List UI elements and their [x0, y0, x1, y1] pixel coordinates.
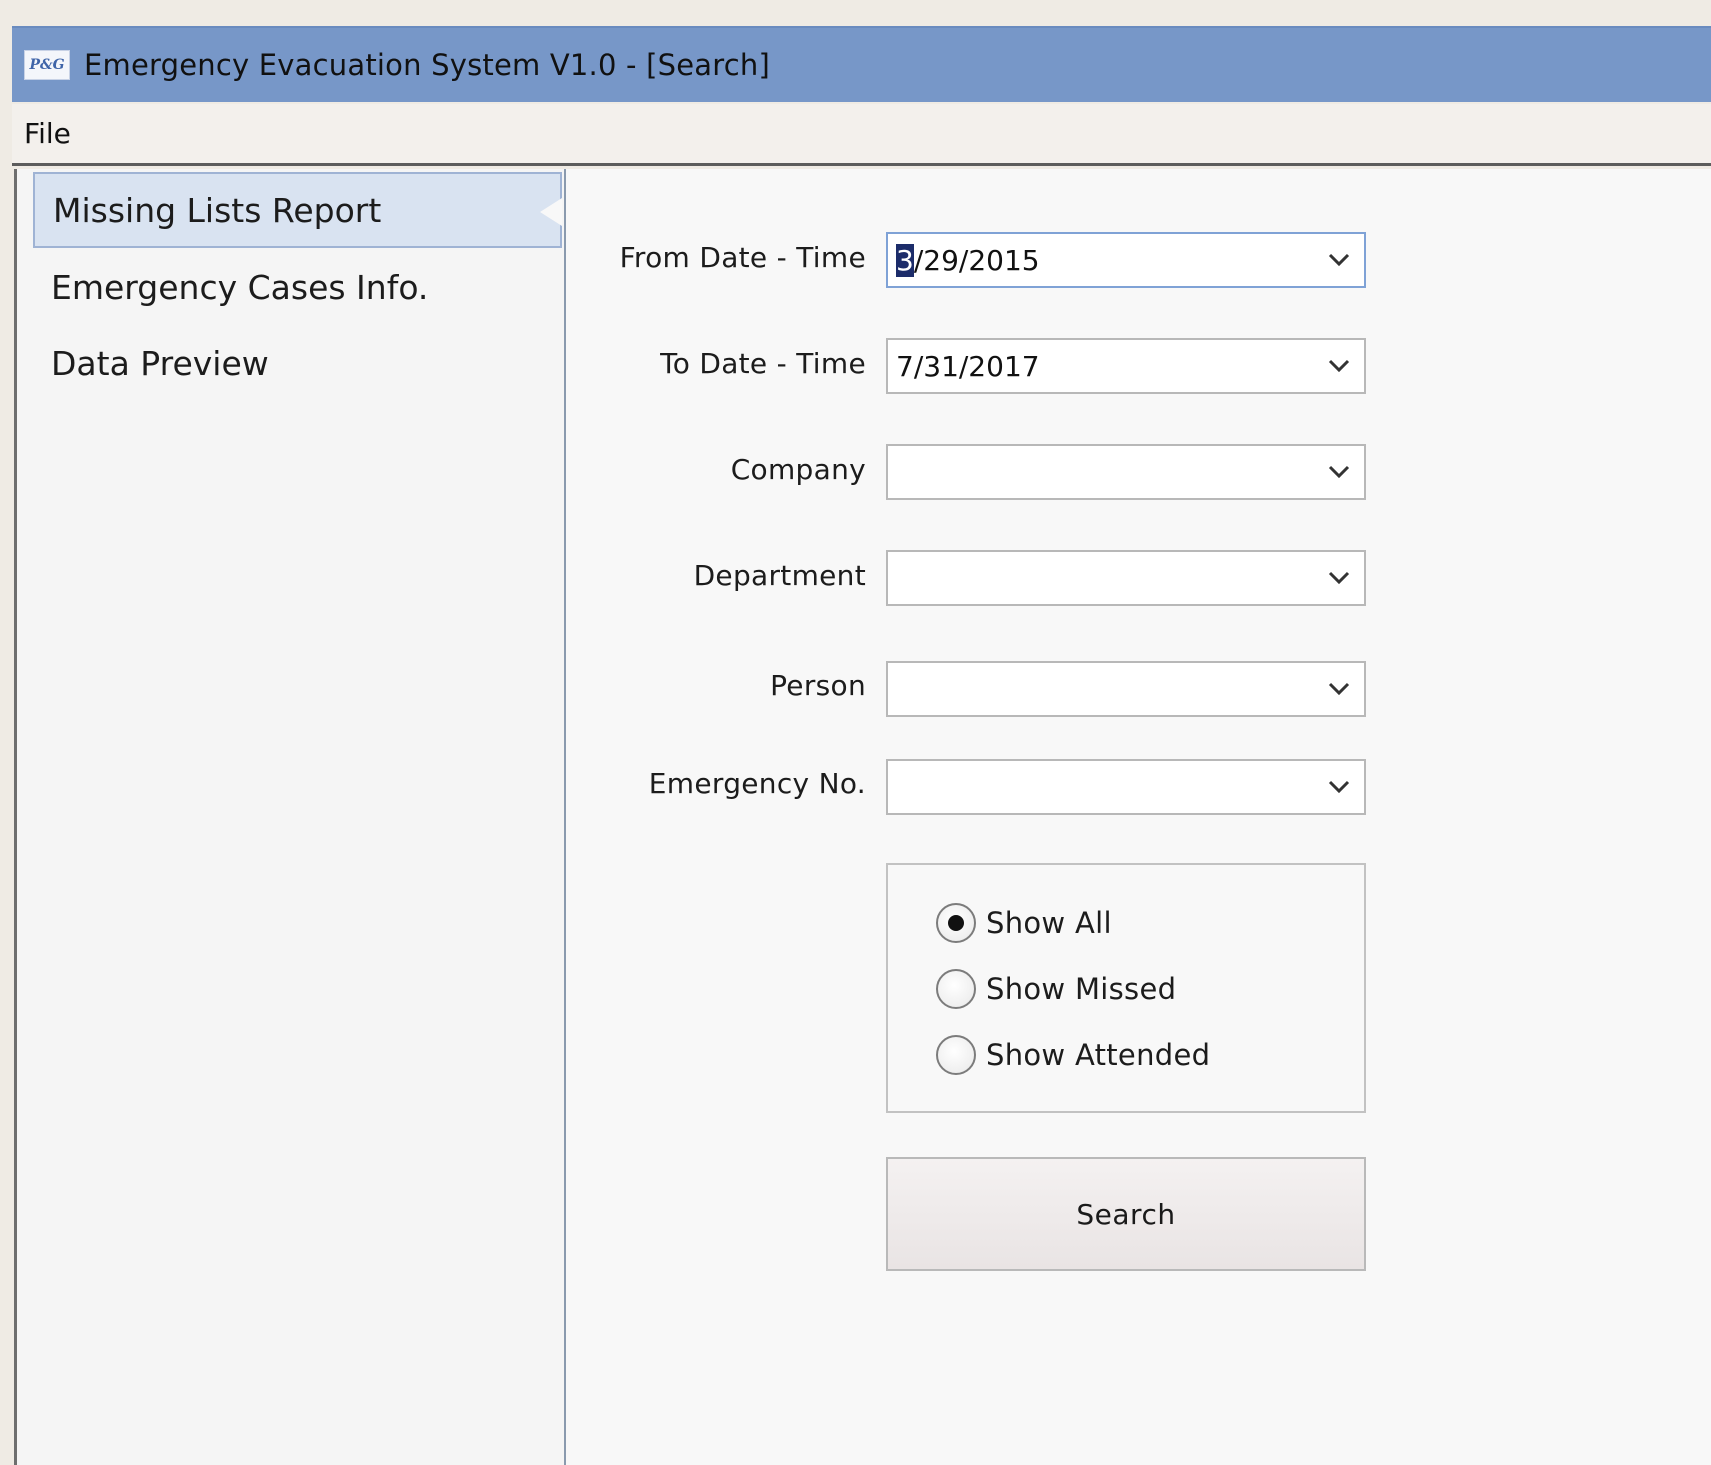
chevron-down-icon[interactable] [1314, 761, 1364, 813]
radio-button[interactable] [936, 969, 976, 1009]
radio-show-attended[interactable]: Show Attended [936, 1031, 1210, 1079]
department-label: Department [693, 559, 866, 592]
person-label: Person [770, 669, 866, 702]
application-window: P&G Emergency Evacuation System V1.0 - [… [0, 0, 1711, 1465]
nav-item-emergency-cases-info[interactable]: Emergency Cases Info. [33, 249, 562, 325]
search-form: From Date - Time 3/29/2015 To Date - Tim… [566, 169, 1711, 1465]
chevron-down-icon[interactable] [1314, 446, 1364, 498]
content-area: Missing Lists Report Emergency Cases Inf… [14, 169, 1711, 1465]
radio-label: Show All [986, 906, 1112, 940]
chevron-down-icon[interactable] [1314, 340, 1364, 392]
menu-file[interactable]: File [12, 117, 83, 150]
radio-dot [948, 915, 964, 931]
app-logo: P&G [24, 50, 70, 80]
selected-text: 3 [896, 243, 914, 277]
window-title: Emergency Evacuation System V1.0 - [Sear… [84, 48, 770, 82]
to-date-label: To Date - Time [660, 347, 866, 380]
department-dropdown[interactable] [886, 550, 1366, 606]
person-dropdown[interactable] [886, 661, 1366, 717]
company-label: Company [730, 453, 866, 486]
from-date-value[interactable]: 3/29/2015 [888, 243, 1314, 277]
radio-show-all[interactable]: Show All [936, 899, 1112, 947]
chevron-down-icon[interactable] [1314, 663, 1364, 715]
nav-item-missing-lists-report[interactable]: Missing Lists Report [33, 172, 562, 248]
from-date-label: From Date - Time [619, 241, 866, 274]
search-button[interactable]: Search [886, 1157, 1366, 1271]
radio-button[interactable] [936, 1035, 976, 1075]
nav-item-label: Data Preview [51, 343, 269, 383]
radio-label: Show Attended [986, 1038, 1211, 1072]
emergency-no-dropdown[interactable] [886, 759, 1366, 815]
to-date-picker[interactable]: 7/31/2017 [886, 338, 1366, 394]
title-bar[interactable]: P&G Emergency Evacuation System V1.0 - [… [12, 26, 1711, 102]
selection-notch [540, 198, 562, 226]
filter-radio-group: Show All Show Missed Show Attended [886, 863, 1366, 1113]
radio-button[interactable] [936, 903, 976, 943]
nav-item-label: Missing Lists Report [53, 190, 382, 230]
menu-bar: File [12, 104, 1711, 166]
emergency-no-label: Emergency No. [648, 767, 866, 800]
to-date-value[interactable]: 7/31/2017 [888, 350, 1314, 383]
nav-item-data-preview[interactable]: Data Preview [33, 325, 562, 401]
from-date-picker[interactable]: 3/29/2015 [886, 232, 1366, 288]
radio-show-missed[interactable]: Show Missed [936, 965, 1176, 1013]
chevron-down-icon[interactable] [1314, 234, 1364, 286]
from-date-value-rest: /29/2015 [913, 243, 1040, 277]
chevron-down-icon[interactable] [1314, 552, 1364, 604]
navigation-panel: Missing Lists Report Emergency Cases Inf… [17, 169, 566, 1465]
company-dropdown[interactable] [886, 444, 1366, 500]
nav-item-label: Emergency Cases Info. [51, 267, 429, 307]
radio-label: Show Missed [986, 972, 1177, 1006]
